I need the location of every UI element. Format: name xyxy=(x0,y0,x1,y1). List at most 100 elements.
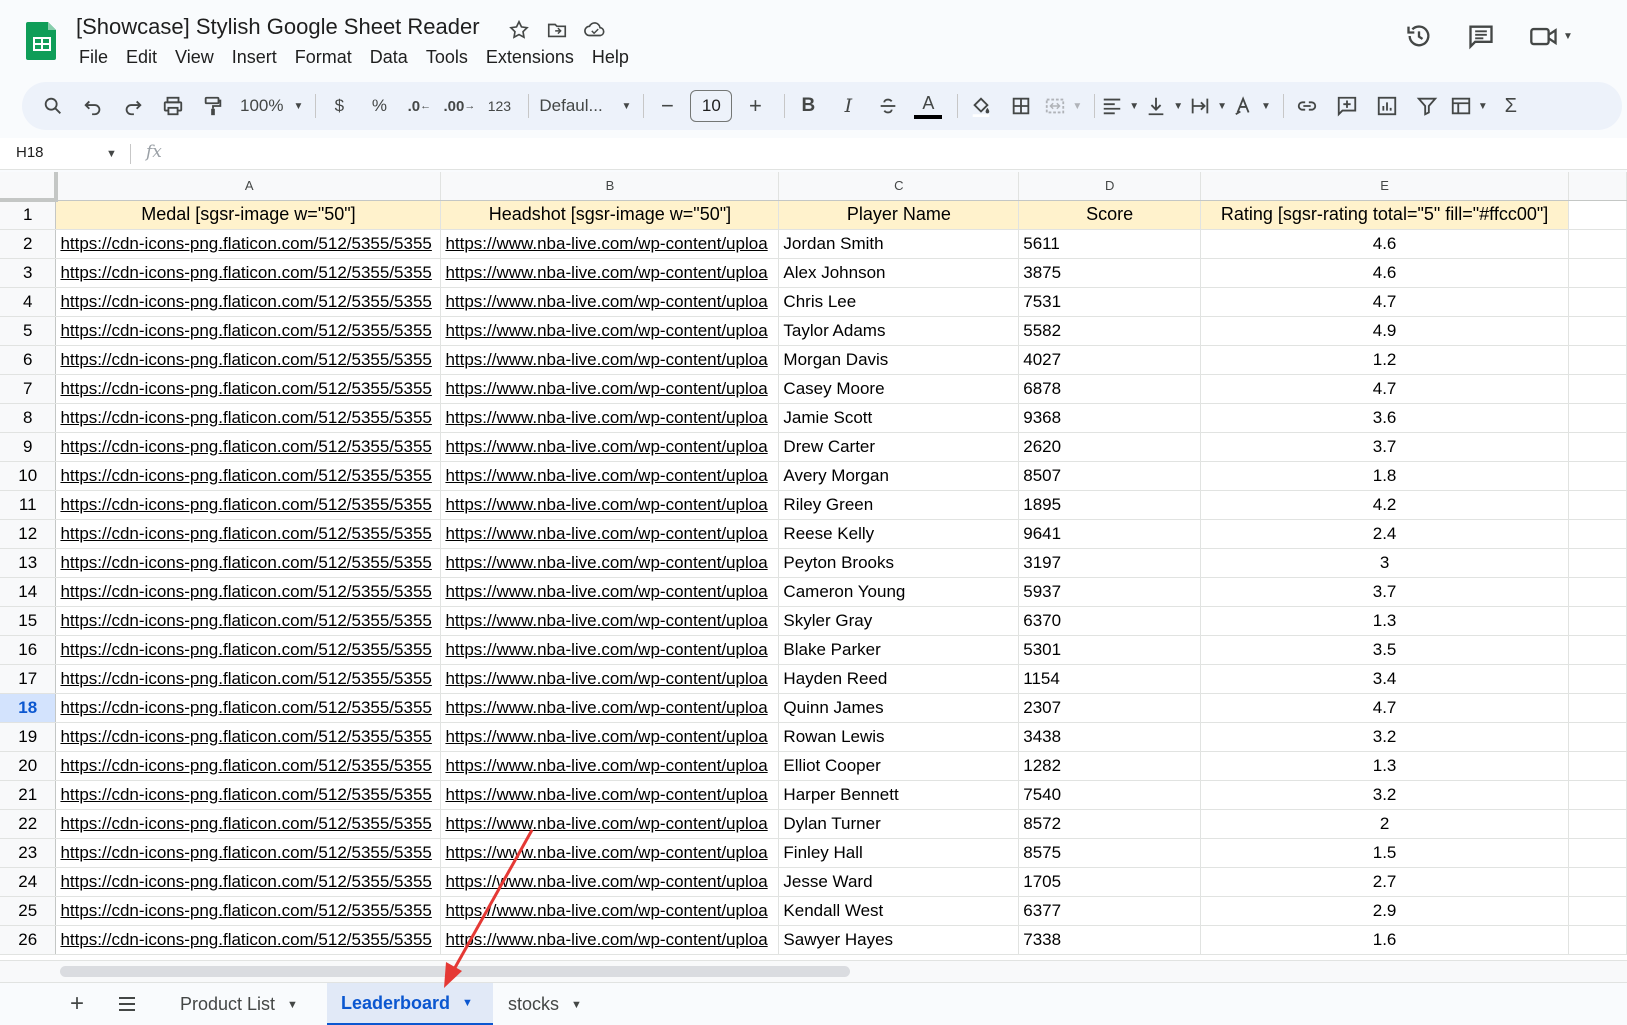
paint-format-icon[interactable] xyxy=(196,89,230,123)
medal-url-cell[interactable]: https://cdn-icons-png.flaticon.com/512/5… xyxy=(55,548,442,578)
menu-view[interactable]: View xyxy=(166,45,223,70)
score-cell[interactable]: 5301 xyxy=(1018,635,1202,665)
all-sheets-menu-icon[interactable] xyxy=(112,989,142,1019)
column-header-overflow[interactable] xyxy=(1568,172,1627,201)
score-cell[interactable]: 7540 xyxy=(1018,780,1202,810)
medal-url-cell[interactable]: https://cdn-icons-png.flaticon.com/512/5… xyxy=(55,287,442,317)
menu-tools[interactable]: Tools xyxy=(417,45,477,70)
search-icon[interactable] xyxy=(36,89,70,123)
font-size-increase-button[interactable]: + xyxy=(738,89,772,123)
decrease-decimal-button[interactable]: .0 ← xyxy=(402,89,436,123)
player-name-cell[interactable]: Jesse Ward xyxy=(778,867,1020,897)
player-name-cell[interactable]: Blake Parker xyxy=(778,635,1020,665)
row-header[interactable]: 8 xyxy=(0,403,57,433)
player-name-cell[interactable]: Avery Morgan xyxy=(778,461,1020,491)
add-sheet-button[interactable]: + xyxy=(62,989,92,1019)
rating-cell[interactable]: 2.9 xyxy=(1200,896,1570,926)
row-header[interactable]: 13 xyxy=(0,548,57,578)
rating-cell[interactable]: 1.2 xyxy=(1200,345,1570,375)
rating-cell[interactable]: 4.6 xyxy=(1200,258,1570,288)
score-cell[interactable]: 6377 xyxy=(1018,896,1202,926)
row-header[interactable]: 21 xyxy=(0,780,57,810)
undo-icon[interactable] xyxy=(76,89,110,123)
score-cell[interactable]: 7338 xyxy=(1018,925,1202,955)
rating-cell[interactable]: 1.3 xyxy=(1200,751,1570,781)
row-header[interactable]: 24 xyxy=(0,867,57,897)
score-cell[interactable]: 1705 xyxy=(1018,867,1202,897)
medal-url-cell[interactable]: https://cdn-icons-png.flaticon.com/512/5… xyxy=(55,635,442,665)
column-header-a[interactable]: A xyxy=(55,172,442,201)
comment-icon[interactable] xyxy=(1330,89,1364,123)
row-header[interactable]: 23 xyxy=(0,838,57,868)
cell[interactable] xyxy=(1568,693,1627,723)
cell[interactable] xyxy=(1568,635,1627,665)
row-header[interactable]: 26 xyxy=(0,925,57,955)
headshot-url-cell[interactable]: https://www.nba-live.com/wp-content/uplo… xyxy=(440,490,780,520)
rating-cell[interactable]: 3.5 xyxy=(1200,635,1570,665)
score-cell[interactable]: 2307 xyxy=(1018,693,1202,723)
player-name-cell[interactable]: Riley Green xyxy=(778,490,1020,520)
medal-url-cell[interactable]: https://cdn-icons-png.flaticon.com/512/5… xyxy=(55,809,442,839)
select-all-corner[interactable] xyxy=(0,172,58,202)
rating-cell[interactable]: 2 xyxy=(1200,809,1570,839)
cell[interactable] xyxy=(1568,577,1627,607)
headshot-url-cell[interactable]: https://www.nba-live.com/wp-content/uplo… xyxy=(440,403,780,433)
score-cell[interactable]: 8572 xyxy=(1018,809,1202,839)
cell[interactable] xyxy=(1568,345,1627,375)
medal-url-cell[interactable]: https://cdn-icons-png.flaticon.com/512/5… xyxy=(55,577,442,607)
text-color-button[interactable]: A xyxy=(911,89,945,123)
score-cell[interactable]: 4027 xyxy=(1018,345,1202,375)
sheets-logo-icon[interactable] xyxy=(26,20,58,62)
headshot-url-cell[interactable]: https://www.nba-live.com/wp-content/uplo… xyxy=(440,722,780,752)
tab-leaderboard[interactable]: Leaderboard ▼ xyxy=(327,983,493,1025)
chart-icon[interactable] xyxy=(1370,89,1404,123)
medal-url-cell[interactable]: https://cdn-icons-png.flaticon.com/512/5… xyxy=(55,258,442,288)
cell[interactable] xyxy=(1568,432,1627,462)
cell[interactable] xyxy=(1568,751,1627,781)
headshot-url-cell[interactable]: https://www.nba-live.com/wp-content/uplo… xyxy=(440,519,780,549)
row-header[interactable]: 9 xyxy=(0,432,57,462)
headshot-url-cell[interactable]: https://www.nba-live.com/wp-content/uplo… xyxy=(440,287,780,317)
headshot-url-cell[interactable]: https://www.nba-live.com/wp-content/uplo… xyxy=(440,809,780,839)
headshot-url-cell[interactable]: https://www.nba-live.com/wp-content/uplo… xyxy=(440,345,780,375)
rating-cell[interactable]: 4.2 xyxy=(1200,490,1570,520)
player-name-cell[interactable]: Alex Johnson xyxy=(778,258,1020,288)
header-cell[interactable]: Headshot [sgsr-image w="50"] xyxy=(440,200,780,230)
headshot-url-cell[interactable]: https://www.nba-live.com/wp-content/uplo… xyxy=(440,229,780,259)
medal-url-cell[interactable]: https://cdn-icons-png.flaticon.com/512/5… xyxy=(55,403,442,433)
horizontal-scrollbar[interactable] xyxy=(60,966,850,977)
cell[interactable] xyxy=(1568,403,1627,433)
print-icon[interactable] xyxy=(156,89,190,123)
score-cell[interactable]: 5611 xyxy=(1018,229,1202,259)
functions-button[interactable]: Σ xyxy=(1494,89,1528,123)
player-name-cell[interactable]: Harper Bennett xyxy=(778,780,1020,810)
strikethrough-icon[interactable] xyxy=(871,89,905,123)
rating-cell[interactable]: 3.6 xyxy=(1200,403,1570,433)
player-name-cell[interactable]: Dylan Turner xyxy=(778,809,1020,839)
header-cell[interactable]: Medal [sgsr-image w="50"] xyxy=(55,200,442,230)
headshot-url-cell[interactable]: https://www.nba-live.com/wp-content/uplo… xyxy=(440,896,780,926)
row-header[interactable]: 12 xyxy=(0,519,57,549)
headshot-url-cell[interactable]: https://www.nba-live.com/wp-content/uplo… xyxy=(440,606,780,636)
header-cell[interactable]: Rating [sgsr-rating total="5" fill="#ffc… xyxy=(1200,200,1570,230)
headshot-url-cell[interactable]: https://www.nba-live.com/wp-content/uplo… xyxy=(440,258,780,288)
player-name-cell[interactable]: Peyton Brooks xyxy=(778,548,1020,578)
row-header[interactable]: 3 xyxy=(0,258,57,288)
rating-cell[interactable]: 1.6 xyxy=(1200,925,1570,955)
score-cell[interactable]: 2620 xyxy=(1018,432,1202,462)
align-icon[interactable]: ▼ xyxy=(1101,89,1139,123)
headshot-url-cell[interactable]: https://www.nba-live.com/wp-content/uplo… xyxy=(440,751,780,781)
currency-format-button[interactable]: $ xyxy=(322,89,356,123)
fill-color-icon[interactable] xyxy=(964,89,998,123)
player-name-cell[interactable]: Elliot Cooper xyxy=(778,751,1020,781)
meet-icon[interactable]: ▼ xyxy=(1525,18,1577,54)
headshot-url-cell[interactable]: https://www.nba-live.com/wp-content/uplo… xyxy=(440,867,780,897)
score-cell[interactable]: 8507 xyxy=(1018,461,1202,491)
score-cell[interactable]: 7531 xyxy=(1018,287,1202,317)
headshot-url-cell[interactable]: https://www.nba-live.com/wp-content/uplo… xyxy=(440,432,780,462)
rating-cell[interactable]: 1.5 xyxy=(1200,838,1570,868)
document-title[interactable]: [Showcase] Stylish Google Sheet Reader xyxy=(76,14,480,40)
headshot-url-cell[interactable]: https://www.nba-live.com/wp-content/uplo… xyxy=(440,635,780,665)
font-size-input[interactable]: 10 xyxy=(690,90,733,122)
row-header[interactable]: 6 xyxy=(0,345,57,375)
